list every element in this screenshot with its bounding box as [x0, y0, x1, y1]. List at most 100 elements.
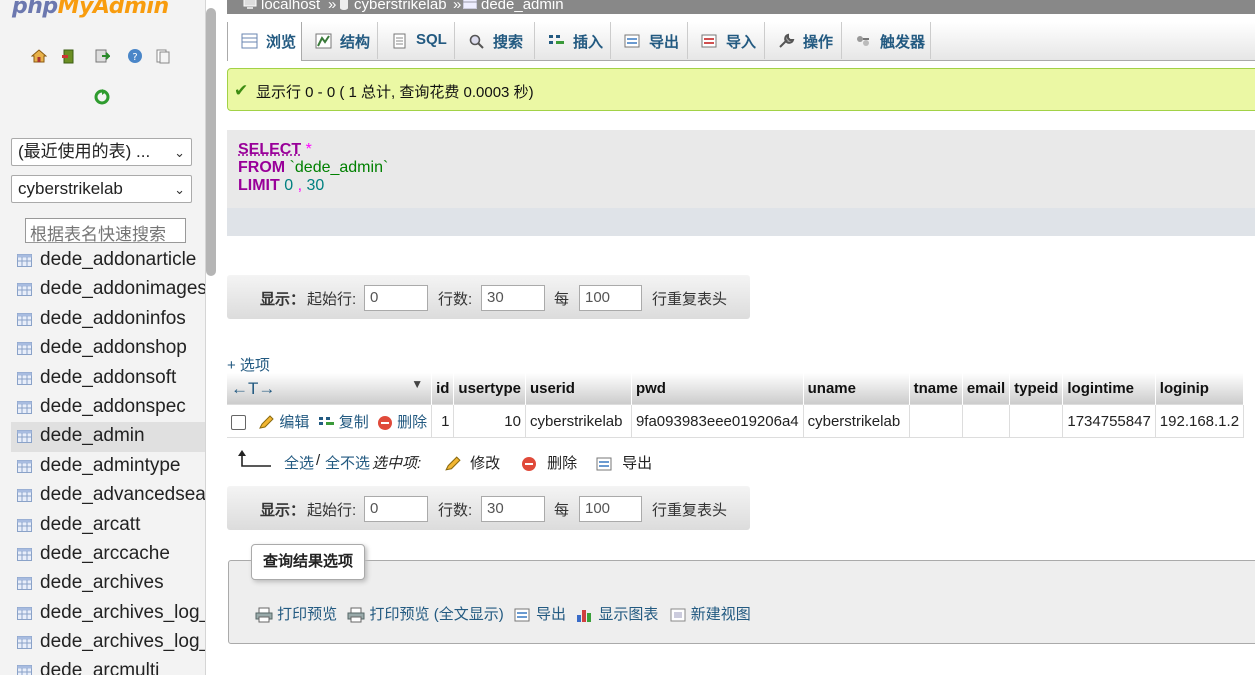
- column-resize-arrows[interactable]: ←T→: [231, 379, 275, 398]
- tab-export[interactable]: 导出: [611, 22, 688, 59]
- table-icon[interactable]: [17, 606, 32, 620]
- start-row-input[interactable]: 0: [364, 285, 428, 311]
- sidebar-table-item[interactable]: dede_archives: [11, 569, 205, 598]
- options-link[interactable]: + 选项: [227, 354, 270, 375]
- column-header-usertype[interactable]: usertype: [453, 373, 526, 405]
- cell-uname[interactable]: cyberstrikelab: [802, 404, 910, 438]
- delete-row-link[interactable]: 删除: [377, 414, 427, 431]
- tab-insert[interactable]: 插入: [535, 22, 611, 59]
- query-export-link[interactable]: 导出: [514, 606, 570, 623]
- tab-triggers[interactable]: 触发器: [842, 22, 931, 59]
- sidebar-table-item[interactable]: dede_advancedsear: [11, 481, 205, 510]
- table-icon[interactable]: [17, 371, 32, 385]
- database-select[interactable]: cyberstrikelab ⌄: [11, 175, 192, 203]
- table-icon[interactable]: [17, 577, 32, 591]
- table-icon[interactable]: [17, 518, 32, 532]
- table-icon[interactable]: [17, 636, 32, 650]
- edit-row-link[interactable]: 编辑: [258, 414, 313, 431]
- table-icon[interactable]: [17, 254, 32, 267]
- cell-pwd[interactable]: 9fa093983eee019206a4: [630, 404, 804, 438]
- sidebar-table-item[interactable]: dede_addonarticle: [11, 246, 205, 275]
- sidebar-table-item[interactable]: dede_arccache: [11, 540, 205, 569]
- cell-usertype[interactable]: 10: [453, 404, 526, 438]
- table-icon[interactable]: [17, 400, 32, 414]
- table-icon[interactable]: [17, 342, 32, 356]
- breadcrumb-server[interactable]: localhost: [261, 0, 320, 13]
- check-all-link[interactable]: 全选: [284, 452, 314, 473]
- column-header-email[interactable]: email: [962, 373, 1011, 405]
- copy-row-link[interactable]: 复制: [318, 414, 373, 431]
- sidebar-table-item[interactable]: dede_admin: [11, 422, 205, 452]
- help-icon[interactable]: ?: [127, 48, 143, 64]
- sidebar-table-item[interactable]: dede_arcmulti: [11, 657, 205, 675]
- bulk-edit-button[interactable]: 修改: [444, 452, 500, 473]
- bulk-export-button[interactable]: 导出: [596, 452, 652, 473]
- sidebar-table-item[interactable]: dede_addoninfos: [11, 305, 205, 334]
- cell-id[interactable]: 1: [431, 404, 455, 438]
- column-header-logintime[interactable]: logintime: [1062, 373, 1156, 405]
- tab-search[interactable]: 搜索: [455, 22, 535, 59]
- navigation-scrollbar[interactable]: [206, 8, 216, 276]
- home-icon[interactable]: [31, 48, 47, 64]
- sidebar-table-item[interactable]: dede_archives_log_: [11, 599, 205, 628]
- cell-loginip[interactable]: 192.168.1.2: [1154, 404, 1245, 438]
- sidebar-table-name[interactable]: dede_archives_log_: [40, 602, 205, 624]
- tab-browse[interactable]: 浏览: [227, 22, 302, 61]
- column-header-tname[interactable]: tname: [909, 373, 963, 405]
- uncheck-all-link[interactable]: 全不选: [325, 452, 370, 473]
- print-preview-link[interactable]: 打印预览: [255, 606, 341, 623]
- column-header-id[interactable]: id: [431, 373, 455, 405]
- start-row-input[interactable]: 0: [364, 496, 428, 522]
- cell-userid[interactable]: cyberstrikelab: [524, 404, 632, 438]
- display-chart-link[interactable]: 显示图表: [576, 606, 662, 623]
- sidebar-table-name[interactable]: dede_archives_log_: [40, 631, 205, 653]
- sidebar-table-name[interactable]: dede_archives: [40, 572, 164, 594]
- tab-sql[interactable]: SQL: [378, 22, 455, 59]
- row-checkbox[interactable]: [231, 415, 246, 431]
- column-header-userid[interactable]: userid: [525, 373, 632, 405]
- sidebar-table-name[interactable]: dede_addonshop: [40, 337, 187, 359]
- sql-query-icon[interactable]: [94, 48, 110, 64]
- sidebar-table-name[interactable]: dede_addonarticle: [40, 249, 196, 271]
- breadcrumb-table[interactable]: dede_admin: [481, 0, 564, 13]
- exit-icon[interactable]: [61, 48, 77, 64]
- sort-dropdown-icon[interactable]: ▼: [411, 377, 423, 391]
- rows-count-input[interactable]: 30: [481, 285, 545, 311]
- cell-tname[interactable]: [908, 404, 963, 438]
- table-filter-input[interactable]: 根据表名快速搜索: [25, 218, 186, 244]
- table-icon[interactable]: [17, 430, 32, 444]
- sidebar-table-name[interactable]: dede_addonsoft: [40, 367, 176, 389]
- sidebar-table-item[interactable]: dede_admintype: [11, 452, 205, 481]
- tab-structure[interactable]: 结构: [302, 22, 378, 59]
- column-header-pwd[interactable]: pwd: [631, 373, 804, 405]
- tab-operations[interactable]: 操作: [765, 22, 842, 59]
- sidebar-table-item[interactable]: dede_arcatt: [11, 511, 205, 540]
- table-icon[interactable]: [17, 459, 32, 473]
- sidebar-table-item[interactable]: dede_archives_log_: [11, 628, 205, 657]
- sidebar-table-item[interactable]: dede_addonimages: [11, 275, 205, 304]
- print-preview-full-link[interactable]: 打印预览 (全文显示): [347, 606, 508, 623]
- tab-import[interactable]: 导入: [688, 22, 765, 59]
- sidebar-table-name[interactable]: dede_arcmulti: [40, 660, 159, 675]
- sidebar-table-name[interactable]: dede_advancedsear: [40, 484, 205, 506]
- cell-logintime[interactable]: 1734755847: [1062, 404, 1156, 438]
- repeat-header-input[interactable]: 100: [579, 496, 642, 522]
- sidebar-table-name[interactable]: dede_addonimages: [40, 278, 205, 300]
- bulk-delete-button[interactable]: 删除: [521, 452, 577, 473]
- table-icon[interactable]: [17, 283, 32, 297]
- sidebar-table-name[interactable]: dede_arccache: [40, 543, 170, 565]
- rows-count-input[interactable]: 30: [481, 496, 545, 522]
- cell-email[interactable]: [961, 404, 1011, 438]
- breadcrumb-database[interactable]: cyberstrikelab: [354, 0, 447, 13]
- sidebar-table-name[interactable]: dede_admintype: [40, 455, 181, 477]
- sidebar-table-name[interactable]: dede_addoninfos: [40, 308, 186, 330]
- sidebar-table-item[interactable]: dede_addonspec: [11, 393, 205, 422]
- column-header-uname[interactable]: uname: [803, 373, 910, 405]
- table-icon[interactable]: [17, 547, 32, 561]
- column-header-typeid[interactable]: typeid: [1009, 373, 1064, 405]
- phpmyadmin-logo[interactable]: phpMyAdmin: [12, 0, 169, 19]
- sidebar-table-item[interactable]: dede_addonsoft: [11, 364, 205, 393]
- sidebar-table-name[interactable]: dede_arcatt: [40, 514, 140, 536]
- sidebar-table-name[interactable]: dede_addonspec: [40, 396, 186, 418]
- table-icon[interactable]: [17, 665, 32, 675]
